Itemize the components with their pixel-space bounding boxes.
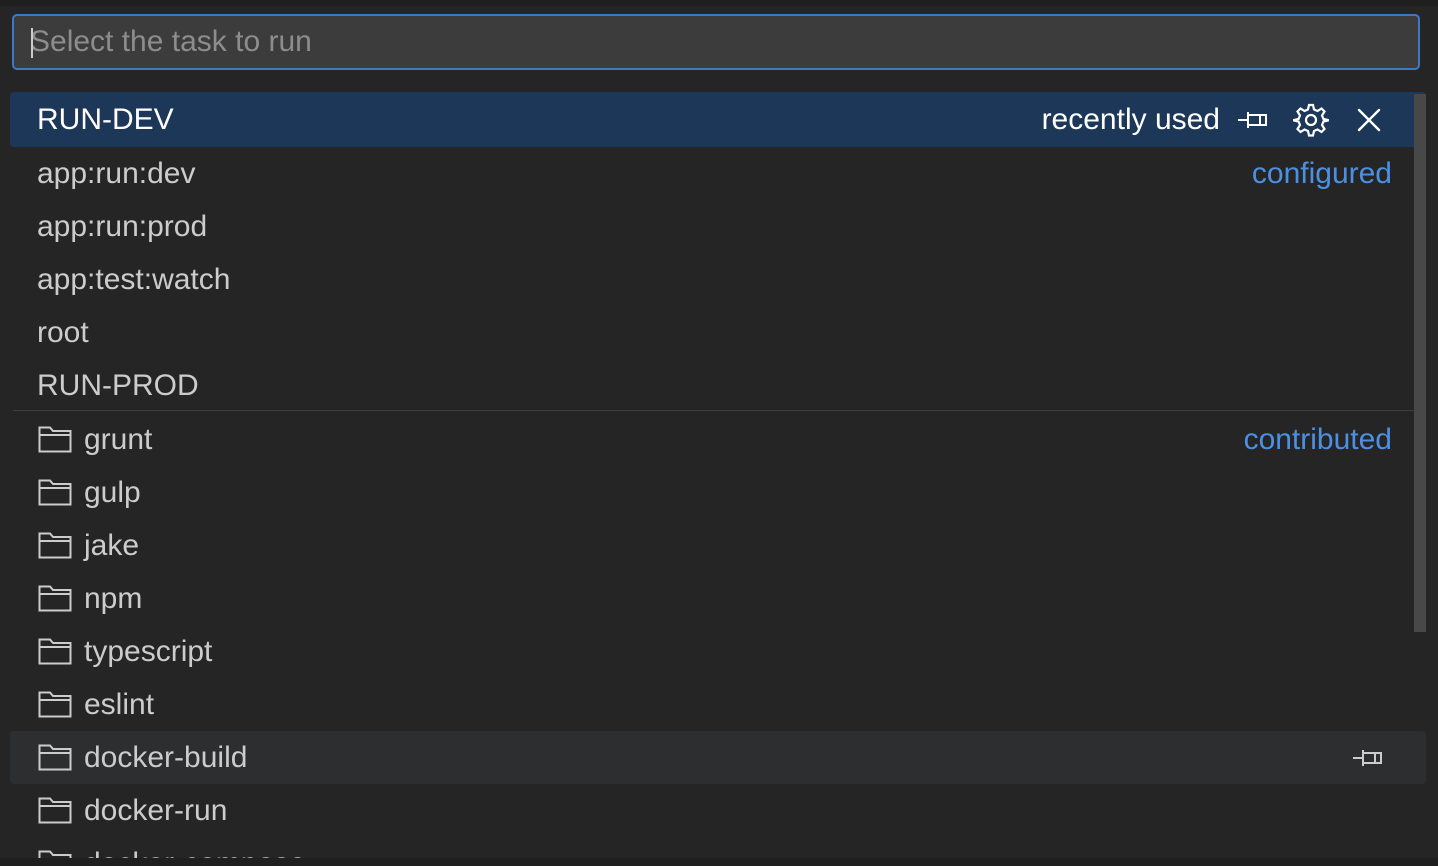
recently-used-tag: recently used (1041, 102, 1220, 136)
bottom-strip (0, 858, 1438, 866)
gear-icon[interactable] (1291, 92, 1331, 147)
folder-icon (38, 638, 72, 665)
list-item-folder[interactable]: docker-run (10, 784, 1426, 837)
task-group-label: typescript (84, 634, 213, 668)
list-item[interactable]: app:run:dev configured (10, 147, 1426, 200)
folder-icon (38, 479, 72, 506)
task-group-label: docker-build (84, 740, 248, 774)
list-item[interactable]: app:test:watch (10, 253, 1426, 306)
task-label: root (37, 315, 89, 349)
text-caret (31, 28, 33, 58)
list-item-folder[interactable]: grunt contributed (10, 413, 1426, 466)
task-search-input[interactable] (14, 16, 1418, 68)
task-search-box[interactable] (12, 14, 1420, 70)
list-item-folder[interactable]: typescript (10, 625, 1426, 678)
folder-icon (38, 426, 72, 453)
list-item-folder-hovered[interactable]: docker-build (10, 731, 1426, 784)
task-group-label: eslint (84, 687, 155, 721)
top-strip (0, 0, 1438, 6)
list-item-folder[interactable]: jake (10, 519, 1426, 572)
task-group-label: npm (84, 581, 143, 615)
scrollbar-thumb[interactable] (1414, 94, 1426, 632)
task-label: app:run:prod (37, 209, 208, 243)
folder-icon (38, 797, 72, 824)
folder-icon (38, 744, 72, 771)
list-item-folder[interactable]: npm (10, 572, 1426, 625)
list-item[interactable]: RUN-PROD (10, 359, 1426, 412)
task-group-label: docker-run (84, 793, 228, 827)
list-item[interactable]: app:run:prod (10, 200, 1426, 253)
folder-icon (38, 585, 72, 612)
configured-tag: configured (1251, 156, 1392, 190)
task-label: app:test:watch (37, 262, 231, 296)
task-label: app:run:dev (37, 156, 196, 190)
list-item[interactable]: root (10, 306, 1426, 359)
close-icon[interactable] (1349, 92, 1389, 147)
list-item-selected[interactable]: RUN-DEV recently used (10, 92, 1426, 147)
group-separator (13, 410, 1423, 411)
folder-icon (38, 532, 72, 559)
pin-icon[interactable] (1233, 92, 1273, 147)
task-label: RUN-PROD (37, 368, 199, 402)
folder-icon (38, 691, 72, 718)
pin-icon[interactable] (1348, 731, 1388, 784)
contributed-tag: contributed (1243, 422, 1392, 456)
task-list: RUN-DEV recently used app:run:dev config… (10, 92, 1426, 866)
task-group-label: grunt (84, 422, 153, 456)
task-group-label: gulp (84, 475, 141, 509)
list-item-folder[interactable]: eslint (10, 678, 1426, 731)
task-label: RUN-DEV (37, 102, 174, 136)
list-item-folder[interactable]: gulp (10, 466, 1426, 519)
task-group-label: jake (84, 528, 140, 562)
